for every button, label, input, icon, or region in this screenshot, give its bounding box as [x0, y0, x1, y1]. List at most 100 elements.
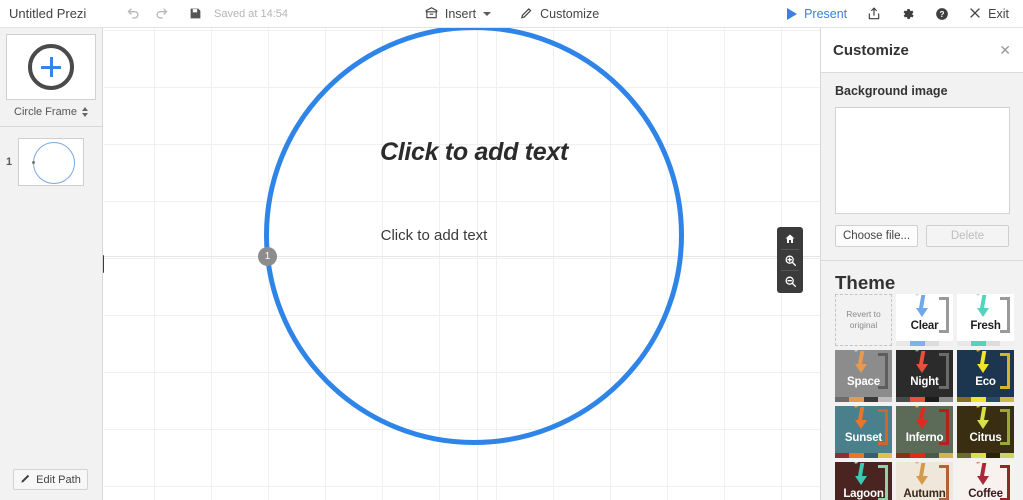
background-image-preview[interactable] — [835, 107, 1010, 214]
theme-heading: Theme — [835, 272, 896, 293]
down-arrow-icon — [976, 295, 989, 317]
toolbar-right-group: Present ? Exit — [777, 0, 1015, 28]
color-strip — [896, 397, 953, 402]
panel-header: Customize ✕ — [821, 28, 1023, 73]
gear-icon[interactable] — [891, 0, 925, 28]
theme-revert-to-original[interactable]: Revert to original — [835, 294, 892, 346]
theme-name: Eco — [975, 376, 996, 388]
circle-frame-thumbnail — [33, 142, 75, 184]
present-button[interactable]: Present — [777, 7, 857, 21]
close-x-icon — [969, 7, 981, 22]
theme-name: Revert to original — [846, 309, 881, 330]
theme-name: Night — [910, 376, 939, 388]
document-title[interactable]: Untitled Prezi — [0, 6, 120, 21]
down-arrow-icon — [854, 463, 867, 485]
canvas-zoom-controls — [777, 227, 803, 293]
theme-name: Fresh — [970, 320, 1001, 332]
theme-inferno[interactable]: Inferno — [896, 406, 953, 458]
background-image-heading: Background image — [835, 84, 948, 98]
path-step-marker[interactable]: 1 — [258, 247, 277, 266]
save-status: Saved at 14:54 — [214, 7, 289, 20]
title-placeholder-text[interactable]: Click to add text — [274, 138, 674, 167]
frame-picker: Circle Frame — [6, 34, 96, 118]
color-strip — [896, 453, 953, 458]
svg-text:?: ? — [940, 10, 945, 19]
color-strip — [896, 341, 953, 346]
theme-name: Citrus — [969, 432, 1002, 444]
slide-thumbnail[interactable] — [18, 138, 84, 186]
theme-name: Clear — [910, 320, 939, 332]
color-strip — [835, 453, 892, 458]
delete-background-button: Delete — [926, 225, 1009, 247]
theme-autumn[interactable]: Autumn — [896, 462, 953, 500]
share-icon[interactable] — [857, 0, 891, 28]
floppy-disk-icon[interactable] — [182, 7, 208, 20]
theme-grid: Revert to original Clear Fresh Space Night Ec… — [835, 294, 1014, 500]
circle-frame-plus-icon — [28, 44, 74, 90]
color-strip — [957, 397, 1014, 402]
customize-menu-label: Customize — [540, 7, 600, 21]
down-arrow-icon — [976, 407, 989, 429]
slide-number: 1 — [5, 156, 13, 168]
plus-icon — [41, 57, 61, 77]
up-down-stepper-icon — [81, 107, 88, 117]
left-sidebar: Circle Frame 1 Edit Path — [0, 28, 103, 500]
color-strip — [835, 397, 892, 402]
close-icon[interactable]: ✕ — [999, 43, 1011, 57]
chevron-down-icon — [483, 12, 492, 16]
page-title: Customize — [833, 41, 909, 59]
down-arrow-icon — [915, 463, 928, 485]
theme-sunset[interactable]: Sunset — [835, 406, 892, 458]
down-arrow-icon — [854, 407, 867, 429]
frame-type-selector[interactable]: Circle Frame — [6, 106, 96, 118]
theme-name: Lagoon — [843, 488, 884, 500]
theme-fresh[interactable]: Fresh — [957, 294, 1014, 346]
question-circle-icon[interactable]: ? — [925, 0, 959, 28]
edit-path-label: Edit Path — [36, 473, 81, 486]
paintbrush-icon — [519, 6, 534, 23]
edit-path-button[interactable]: Edit Path — [13, 469, 88, 490]
theme-name: Autumn — [903, 488, 946, 500]
home-icon[interactable] — [779, 229, 801, 249]
undo-arrow-icon[interactable] — [120, 6, 146, 21]
theme-citrus[interactable]: Citrus — [957, 406, 1014, 458]
customize-menu[interactable]: Customize — [516, 4, 602, 25]
exit-label: Exit — [988, 7, 1009, 21]
theme-night[interactable]: Night — [896, 350, 953, 402]
down-arrow-icon — [915, 351, 928, 373]
theme-coffee[interactable]: Coffee — [957, 462, 1014, 500]
theme-name: Sunset — [844, 432, 883, 444]
play-triangle-icon — [787, 8, 798, 20]
choose-file-button[interactable]: Choose file... — [835, 225, 918, 247]
insert-box-icon — [424, 6, 439, 23]
theme-eco[interactable]: Eco — [957, 350, 1014, 402]
zoom-out-icon[interactable] — [779, 271, 801, 291]
path-point-dot — [32, 161, 35, 164]
present-label: Present — [804, 7, 848, 21]
exit-button[interactable]: Exit — [959, 7, 1015, 22]
theme-name: Coffee — [968, 488, 1003, 500]
down-arrow-icon — [976, 463, 989, 485]
down-arrow-icon — [915, 295, 928, 317]
editor-canvas[interactable]: Click to add text Click to add text 1 — [104, 28, 820, 500]
down-arrow-icon — [915, 407, 928, 429]
customize-panel: Customize ✕ Background image Choose file… — [820, 28, 1023, 500]
add-frame-button[interactable] — [6, 34, 96, 100]
redo-arrow-icon[interactable] — [148, 6, 174, 21]
insert-menu[interactable]: Insert — [421, 4, 494, 25]
theme-lagoon[interactable]: Lagoon — [835, 462, 892, 500]
background-image-section: Background image Choose file... Delete — [821, 73, 1023, 261]
down-arrow-icon — [976, 351, 989, 373]
theme-name: Space — [847, 376, 880, 388]
frame-type-label: Circle Frame — [14, 106, 77, 118]
theme-name: Inferno — [905, 432, 944, 444]
theme-section: Theme Revert to original Clear Fresh Space N… — [821, 261, 1023, 500]
theme-space[interactable]: Space — [835, 350, 892, 402]
color-strip — [957, 453, 1014, 458]
insert-menu-label: Insert — [444, 7, 477, 21]
list-item[interactable]: 1 — [0, 138, 102, 186]
zoom-in-icon[interactable] — [779, 250, 801, 270]
theme-clear[interactable]: Clear — [896, 294, 953, 346]
down-arrow-icon — [854, 351, 867, 373]
body-placeholder-text[interactable]: Click to add text — [284, 227, 584, 244]
